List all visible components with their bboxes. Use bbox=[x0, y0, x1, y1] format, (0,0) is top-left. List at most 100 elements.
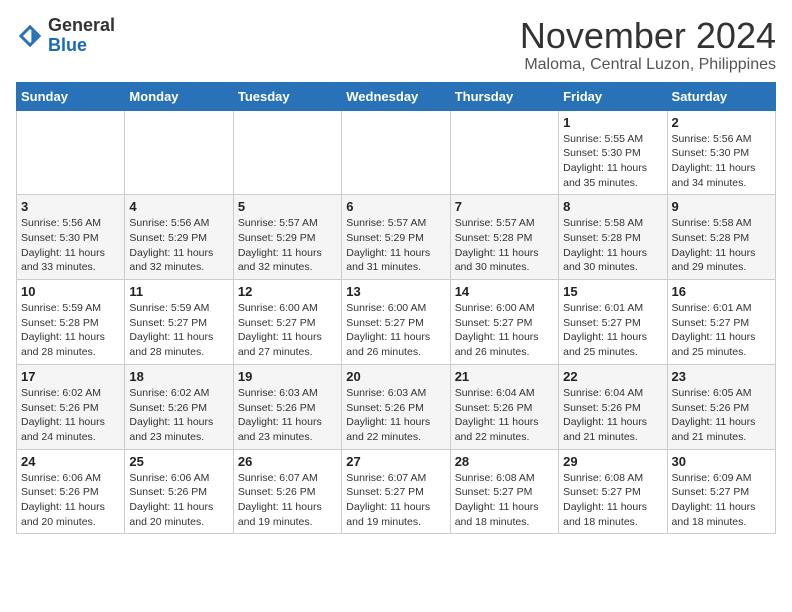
day-info: Sunrise: 5:57 AM Sunset: 5:29 PM Dayligh… bbox=[346, 216, 445, 275]
calendar-cell: 26 Sunrise: 6:07 AM Sunset: 5:26 PM Dayli… bbox=[233, 449, 341, 534]
calendar-cell: 6 Sunrise: 5:57 AM Sunset: 5:29 PM Daylig… bbox=[342, 195, 450, 280]
calendar-cell: 22 Sunrise: 6:04 AM Sunset: 5:26 PM Dayli… bbox=[559, 364, 667, 449]
calendar-cell: 17 Sunrise: 6:02 AM Sunset: 5:26 PM Dayli… bbox=[17, 364, 125, 449]
calendar-cell: 29 Sunrise: 6:08 AM Sunset: 5:27 PM Dayli… bbox=[559, 449, 667, 534]
calendar-cell: 21 Sunrise: 6:04 AM Sunset: 5:26 PM Dayli… bbox=[450, 364, 558, 449]
day-number: 21 bbox=[455, 369, 554, 384]
day-info: Sunrise: 5:57 AM Sunset: 5:29 PM Dayligh… bbox=[238, 216, 337, 275]
day-info: Sunrise: 5:59 AM Sunset: 5:28 PM Dayligh… bbox=[21, 301, 120, 360]
weekday-tuesday: Tuesday bbox=[233, 82, 341, 110]
weekday-sunday: Sunday bbox=[17, 82, 125, 110]
day-number: 17 bbox=[21, 369, 120, 384]
day-number: 18 bbox=[129, 369, 228, 384]
calendar-cell: 16 Sunrise: 6:01 AM Sunset: 5:27 PM Dayli… bbox=[667, 280, 775, 365]
day-info: Sunrise: 6:03 AM Sunset: 5:26 PM Dayligh… bbox=[346, 386, 445, 445]
day-number: 5 bbox=[238, 199, 337, 214]
day-number: 3 bbox=[21, 199, 120, 214]
calendar-title: November 2024 bbox=[520, 16, 776, 56]
day-info: Sunrise: 6:01 AM Sunset: 5:27 PM Dayligh… bbox=[672, 301, 771, 360]
weekday-thursday: Thursday bbox=[450, 82, 558, 110]
calendar-cell: 15 Sunrise: 6:01 AM Sunset: 5:27 PM Dayli… bbox=[559, 280, 667, 365]
calendar-cell: 27 Sunrise: 6:07 AM Sunset: 5:27 PM Dayli… bbox=[342, 449, 450, 534]
weekday-wednesday: Wednesday bbox=[342, 82, 450, 110]
day-number: 6 bbox=[346, 199, 445, 214]
day-info: Sunrise: 6:04 AM Sunset: 5:26 PM Dayligh… bbox=[455, 386, 554, 445]
day-info: Sunrise: 6:05 AM Sunset: 5:26 PM Dayligh… bbox=[672, 386, 771, 445]
weekday-header-row: SundayMondayTuesdayWednesdayThursdayFrid… bbox=[17, 82, 776, 110]
calendar-cell: 28 Sunrise: 6:08 AM Sunset: 5:27 PM Dayli… bbox=[450, 449, 558, 534]
calendar-cell: 1Sunrise: 5:55 AM Sunset: 5:30 PM Daylig… bbox=[559, 110, 667, 195]
day-info: Sunrise: 6:08 AM Sunset: 5:27 PM Dayligh… bbox=[563, 471, 662, 530]
logo-text: General Blue bbox=[48, 16, 115, 56]
day-info: Sunrise: 5:58 AM Sunset: 5:28 PM Dayligh… bbox=[672, 216, 771, 275]
title-block: November 2024 Maloma, Central Luzon, Phi… bbox=[520, 16, 776, 74]
calendar-cell bbox=[125, 110, 233, 195]
logo-icon bbox=[16, 22, 44, 50]
week-row-5: 24 Sunrise: 6:06 AM Sunset: 5:26 PM Dayli… bbox=[17, 449, 776, 534]
day-number: 14 bbox=[455, 284, 554, 299]
day-info: Sunrise: 6:00 AM Sunset: 5:27 PM Dayligh… bbox=[238, 301, 337, 360]
day-info: Sunrise: 5:56 AM Sunset: 5:30 PM Dayligh… bbox=[672, 132, 771, 191]
calendar-cell: 25 Sunrise: 6:06 AM Sunset: 5:26 PM Dayli… bbox=[125, 449, 233, 534]
day-info: Sunrise: 6:09 AM Sunset: 5:27 PM Dayligh… bbox=[672, 471, 771, 530]
calendar-cell: 23Sunrise: 6:05 AM Sunset: 5:26 PM Dayli… bbox=[667, 364, 775, 449]
day-number: 19 bbox=[238, 369, 337, 384]
weekday-monday: Monday bbox=[125, 82, 233, 110]
calendar-cell: 18Sunrise: 6:02 AM Sunset: 5:26 PM Dayli… bbox=[125, 364, 233, 449]
weekday-friday: Friday bbox=[559, 82, 667, 110]
day-info: Sunrise: 6:03 AM Sunset: 5:26 PM Dayligh… bbox=[238, 386, 337, 445]
day-number: 25 bbox=[129, 454, 228, 469]
day-number: 12 bbox=[238, 284, 337, 299]
day-number: 28 bbox=[455, 454, 554, 469]
day-info: Sunrise: 6:01 AM Sunset: 5:27 PM Dayligh… bbox=[563, 301, 662, 360]
day-number: 4 bbox=[129, 199, 228, 214]
day-info: Sunrise: 5:56 AM Sunset: 5:30 PM Dayligh… bbox=[21, 216, 120, 275]
calendar-cell bbox=[17, 110, 125, 195]
logo-blue: Blue bbox=[48, 36, 115, 56]
calendar-cell: 12 Sunrise: 6:00 AM Sunset: 5:27 PM Dayli… bbox=[233, 280, 341, 365]
day-number: 29 bbox=[563, 454, 662, 469]
calendar-cell: 13Sunrise: 6:00 AM Sunset: 5:27 PM Dayli… bbox=[342, 280, 450, 365]
calendar-cell: 2 Sunrise: 5:56 AM Sunset: 5:30 PM Daylig… bbox=[667, 110, 775, 195]
calendar-cell: 3 Sunrise: 5:56 AM Sunset: 5:30 PM Daylig… bbox=[17, 195, 125, 280]
day-info: Sunrise: 5:57 AM Sunset: 5:28 PM Dayligh… bbox=[455, 216, 554, 275]
day-number: 20 bbox=[346, 369, 445, 384]
logo-general: General bbox=[48, 16, 115, 36]
calendar-cell: 5 Sunrise: 5:57 AM Sunset: 5:29 PM Daylig… bbox=[233, 195, 341, 280]
day-number: 22 bbox=[563, 369, 662, 384]
day-info: Sunrise: 6:06 AM Sunset: 5:26 PM Dayligh… bbox=[21, 471, 120, 530]
calendar-cell: 7Sunrise: 5:57 AM Sunset: 5:28 PM Daylig… bbox=[450, 195, 558, 280]
calendar-header: SundayMondayTuesdayWednesdayThursdayFrid… bbox=[17, 82, 776, 110]
day-number: 27 bbox=[346, 454, 445, 469]
day-number: 15 bbox=[563, 284, 662, 299]
day-info: Sunrise: 6:06 AM Sunset: 5:26 PM Dayligh… bbox=[129, 471, 228, 530]
day-number: 8 bbox=[563, 199, 662, 214]
logo: General Blue bbox=[16, 16, 115, 56]
day-number: 26 bbox=[238, 454, 337, 469]
day-number: 11 bbox=[129, 284, 228, 299]
page-header: General Blue November 2024 Maloma, Centr… bbox=[16, 16, 776, 74]
calendar-cell: 20 Sunrise: 6:03 AM Sunset: 5:26 PM Dayli… bbox=[342, 364, 450, 449]
calendar-table: SundayMondayTuesdayWednesdayThursdayFrid… bbox=[16, 82, 776, 535]
week-row-2: 3 Sunrise: 5:56 AM Sunset: 5:30 PM Daylig… bbox=[17, 195, 776, 280]
weekday-saturday: Saturday bbox=[667, 82, 775, 110]
calendar-cell bbox=[233, 110, 341, 195]
week-row-4: 17 Sunrise: 6:02 AM Sunset: 5:26 PM Dayli… bbox=[17, 364, 776, 449]
day-number: 10 bbox=[21, 284, 120, 299]
day-number: 13 bbox=[346, 284, 445, 299]
calendar-subtitle: Maloma, Central Luzon, Philippines bbox=[520, 56, 776, 74]
day-number: 24 bbox=[21, 454, 120, 469]
day-info: Sunrise: 6:08 AM Sunset: 5:27 PM Dayligh… bbox=[455, 471, 554, 530]
day-info: Sunrise: 6:07 AM Sunset: 5:26 PM Dayligh… bbox=[238, 471, 337, 530]
week-row-1: 1Sunrise: 5:55 AM Sunset: 5:30 PM Daylig… bbox=[17, 110, 776, 195]
day-info: Sunrise: 6:02 AM Sunset: 5:26 PM Dayligh… bbox=[21, 386, 120, 445]
day-info: Sunrise: 6:04 AM Sunset: 5:26 PM Dayligh… bbox=[563, 386, 662, 445]
calendar-cell: 9Sunrise: 5:58 AM Sunset: 5:28 PM Daylig… bbox=[667, 195, 775, 280]
day-number: 2 bbox=[672, 115, 771, 130]
day-info: Sunrise: 6:07 AM Sunset: 5:27 PM Dayligh… bbox=[346, 471, 445, 530]
day-info: Sunrise: 6:00 AM Sunset: 5:27 PM Dayligh… bbox=[455, 301, 554, 360]
calendar-body: 1Sunrise: 5:55 AM Sunset: 5:30 PM Daylig… bbox=[17, 110, 776, 534]
calendar-cell: 4Sunrise: 5:56 AM Sunset: 5:29 PM Daylig… bbox=[125, 195, 233, 280]
day-number: 16 bbox=[672, 284, 771, 299]
day-number: 30 bbox=[672, 454, 771, 469]
